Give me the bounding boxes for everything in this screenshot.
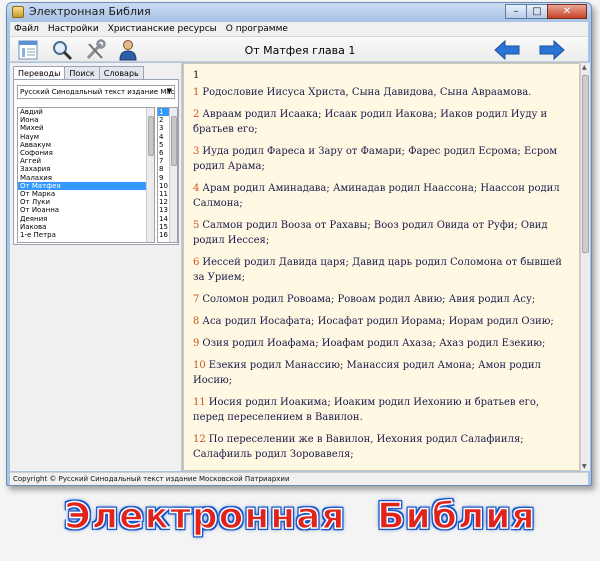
tab-search[interactable]: Поиск — [64, 66, 100, 79]
title-bar[interactable]: Электронная Библия – □ ✕ — [7, 3, 591, 21]
book-item[interactable]: Малахия — [18, 174, 154, 182]
verse-number: 9 — [193, 338, 200, 349]
tab-translations[interactable]: Переводы — [13, 66, 66, 80]
verse: 3 Иуда родил Фареса и Зару от Фамари; Фар… — [184, 141, 579, 178]
book-item[interactable]: Иакова — [18, 223, 154, 231]
window-title: Электронная Библия — [29, 5, 151, 18]
verse: 8 Аса родил Иосафата; Иосафат родил Иорам… — [184, 311, 579, 333]
verse-text: Озия родил Иоафама; Иоафам родил Ахаза; … — [202, 338, 546, 349]
book-item[interactable]: 1-е Петра — [18, 231, 154, 239]
verse-number: 10 — [193, 360, 206, 371]
menu-resources[interactable]: Христианские ресурсы — [108, 24, 217, 34]
verse-number: 7 — [193, 294, 200, 305]
translation-select[interactable]: Русский Синодальный текст издание Моск ▼ — [17, 85, 175, 99]
scroll-up-icon[interactable]: ▲ — [582, 64, 587, 71]
verse-text: Родословие Иисуса Христа, Сына Давидова,… — [202, 87, 532, 98]
toolbar: От Матфея глава 1 — [10, 37, 588, 62]
verse-text: Арам родил Аминадава; Аминадав родил Наа… — [193, 183, 560, 209]
book-item[interactable]: От Луки — [18, 198, 154, 206]
verse-number: 8 — [193, 316, 200, 327]
verse-number: 6 — [193, 257, 200, 268]
verse: 1 Родословие Иисуса Христа, Сына Давидова… — [184, 82, 579, 104]
chapter-number: 1 — [193, 70, 200, 81]
sidebar-tabs: Переводы Поиск Словарь — [13, 66, 144, 80]
search-icon[interactable] — [51, 39, 73, 61]
window-controls: – □ ✕ — [505, 4, 587, 19]
book-item[interactable]: Авдий — [18, 108, 154, 116]
book-item[interactable]: Деяния — [18, 215, 154, 223]
verse-text: Иосия родил Иоакима; Иоаким родил Иехони… — [193, 397, 540, 423]
text-scrollbar[interactable]: ▲ ▼ — [580, 63, 590, 471]
verse: 6 Иессей родил Давида царя; Давид царь ро… — [184, 252, 579, 289]
right-arrow-icon[interactable] — [538, 39, 566, 61]
scroll-down-icon[interactable]: ▼ — [582, 463, 587, 470]
banner-title: Электронная Библия — [64, 495, 536, 538]
menu-file[interactable]: Файл — [14, 24, 39, 34]
verse-text: По переселении же в Вавилон, Иехония род… — [193, 434, 524, 460]
verse-number: 2 — [193, 109, 200, 120]
verse: 11 Иосия родил Иоакима; Иоаким родил Иехо… — [184, 392, 579, 429]
tab-dictionary[interactable]: Словарь — [98, 66, 144, 79]
verse-number: 3 — [193, 146, 200, 157]
book-list[interactable]: Авдий Иона Михей Наум Аввакум Софония Аггей Зах… — [17, 107, 155, 243]
verse-text: Иессей родил Давида царя; Давид царь род… — [193, 257, 562, 283]
verse-text: Аса родил Иосафата; Иосафат родил Иорама… — [202, 316, 554, 327]
verse: 10 Езекия родил Манассию; Манассия родил … — [184, 355, 579, 392]
book-item[interactable]: От Матфея — [18, 181, 154, 191]
verse-text: Авраам родил Исаака; Исаак родил Иакова;… — [193, 109, 548, 135]
left-arrow-icon[interactable] — [493, 39, 521, 61]
user-icon[interactable] — [117, 39, 139, 61]
book-item[interactable]: Иона — [18, 116, 154, 124]
book-list-scrollbar[interactable] — [146, 108, 154, 242]
verse-number: 11 — [193, 397, 206, 408]
chapter-list[interactable]: 1 2 3 4 5 6 7 8 9 10 11 12 13 14 15 16 — [157, 107, 178, 243]
maximize-button[interactable]: □ — [526, 4, 548, 19]
chapter-title: От Матфея глава 1 — [244, 44, 356, 57]
verse-text: Езекия родил Манассию; Манассия родил Ам… — [193, 360, 541, 386]
verse-number: 5 — [193, 220, 200, 231]
close-button[interactable]: ✕ — [547, 4, 587, 19]
verse-text: Соломон родил Ровоама; Ровоам родил Авию… — [202, 294, 536, 305]
chevron-down-icon: ▼ — [166, 87, 172, 95]
book-item[interactable]: От Иоанна — [18, 206, 154, 214]
book-item[interactable]: Михей — [18, 124, 154, 132]
book-item[interactable]: Наум — [18, 133, 154, 141]
menu-bar: Файл Настройки Христианские ресурсы О пр… — [10, 22, 588, 37]
tab-content: Русский Синодальный текст издание Моск ▼… — [13, 79, 179, 245]
status-bar: Copyright © Русский Синодальный текст из… — [10, 472, 588, 485]
app-icon — [12, 6, 24, 18]
book-icon[interactable] — [17, 39, 39, 61]
verse-number: 4 — [193, 183, 200, 194]
sidebar: Переводы Поиск Словарь Русский Синодальн… — [10, 63, 182, 471]
menu-settings[interactable]: Настройки — [48, 24, 99, 34]
verse: 2 Авраам родил Исаака; Исаак родил Иакова… — [184, 104, 579, 141]
verse: 7 Соломон родил Ровоама; Ровоам родил Ави… — [184, 289, 579, 311]
menu-about[interactable]: О программе — [226, 24, 288, 34]
verse: 13Зоровавель родил Авиуда; Авиуд родил Е… — [184, 466, 579, 470]
book-item[interactable]: Захария — [18, 165, 154, 173]
scripture-text[interactable]: 1 1 Родословие Иисуса Христа, Сына Давидо… — [183, 63, 580, 471]
scrollbar-thumb[interactable] — [582, 75, 589, 253]
verse-text: Иуда родил Фареса и Зару от Фамари; Фаре… — [193, 146, 558, 172]
verse-text: Салмон родил Вооза от Рахавы; Вооз родил… — [193, 220, 548, 246]
book-item[interactable]: Аггей — [18, 157, 154, 165]
book-item[interactable]: Софония — [18, 149, 154, 157]
tools-icon[interactable] — [84, 39, 106, 61]
verse: 12 По переселении же в Вавилон, Иехония р… — [184, 429, 579, 466]
verse: 5 Салмон родил Вооза от Рахавы; Вооз роди… — [184, 215, 579, 252]
verse-number: 12 — [193, 434, 206, 445]
book-item[interactable]: От Марка — [18, 190, 154, 198]
app-window: Электронная Библия – □ ✕ Файл Настройки … — [6, 2, 592, 486]
verse: 4 Арам родил Аминадава; Аминадав родил На… — [184, 178, 579, 215]
book-item[interactable]: Аввакум — [18, 141, 154, 149]
translation-value: Русский Синодальный текст издание Моск — [20, 88, 175, 96]
scrollbar-thumb[interactable] — [171, 116, 177, 166]
chapter-list-scrollbar[interactable] — [169, 108, 177, 242]
verse: 9 Озия родил Иоафама; Иоафам родил Ахаза;… — [184, 333, 579, 355]
verse-number: 1 — [193, 87, 200, 98]
minimize-button[interactable]: – — [505, 4, 527, 19]
scrollbar-thumb[interactable] — [148, 116, 154, 156]
